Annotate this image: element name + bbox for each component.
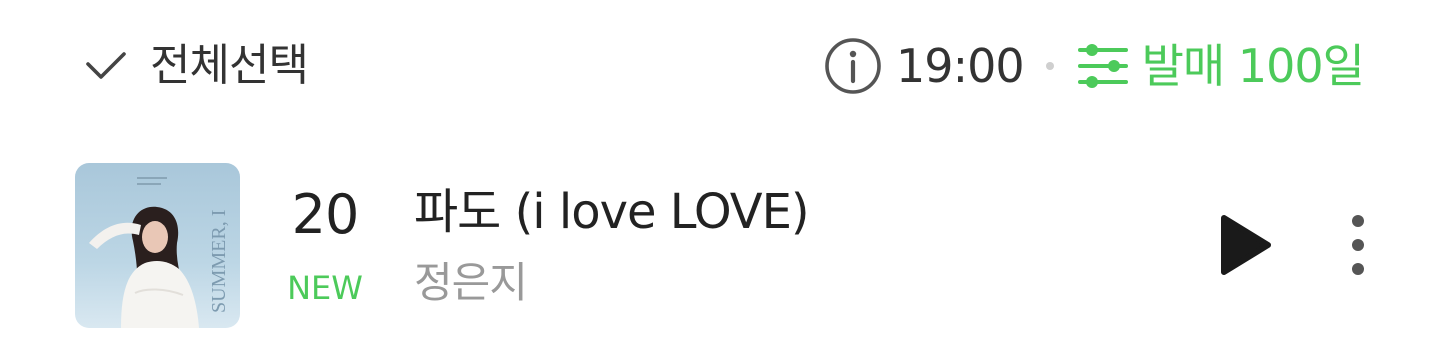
more-options-button[interactable]	[1336, 210, 1380, 280]
play-button[interactable]	[1212, 212, 1274, 278]
chart-controls: 19:00 발매 100일	[824, 34, 1365, 98]
release-filter-label: 발매 100일	[1141, 39, 1365, 93]
album-art[interactable]: SUMMER, I	[75, 163, 240, 328]
album-art-text: SUMMER, I	[208, 210, 230, 313]
sliders-icon	[1076, 42, 1130, 90]
select-all-button[interactable]: 전체선택	[84, 34, 309, 98]
rank-number: 20	[291, 183, 360, 246]
play-icon	[1221, 215, 1271, 275]
chart-screen: 전체선택 19:00 발매 100일 SUMMER, I 20 NEW 파도 (…	[0, 0, 1440, 337]
rank-change-badge: NEW	[287, 269, 363, 307]
chart-update-time: 19:00	[896, 39, 1025, 93]
release-filter-button[interactable]: 발매 100일	[1076, 39, 1365, 93]
song-artist[interactable]: 정은지	[414, 259, 528, 306]
check-icon	[84, 44, 128, 88]
separator-dot	[1045, 62, 1054, 70]
more-vertical-icon	[1352, 215, 1364, 275]
select-all-label: 전체선택	[150, 40, 309, 91]
chart-row[interactable]: SUMMER, I 20 NEW 파도 (i love LOVE) 정은지	[0, 150, 1440, 337]
song-title: 파도 (i love LOVE)	[414, 184, 810, 240]
chart-toolbar: 전체선택 19:00 발매 100일	[0, 0, 1440, 130]
info-icon[interactable]	[824, 37, 882, 95]
